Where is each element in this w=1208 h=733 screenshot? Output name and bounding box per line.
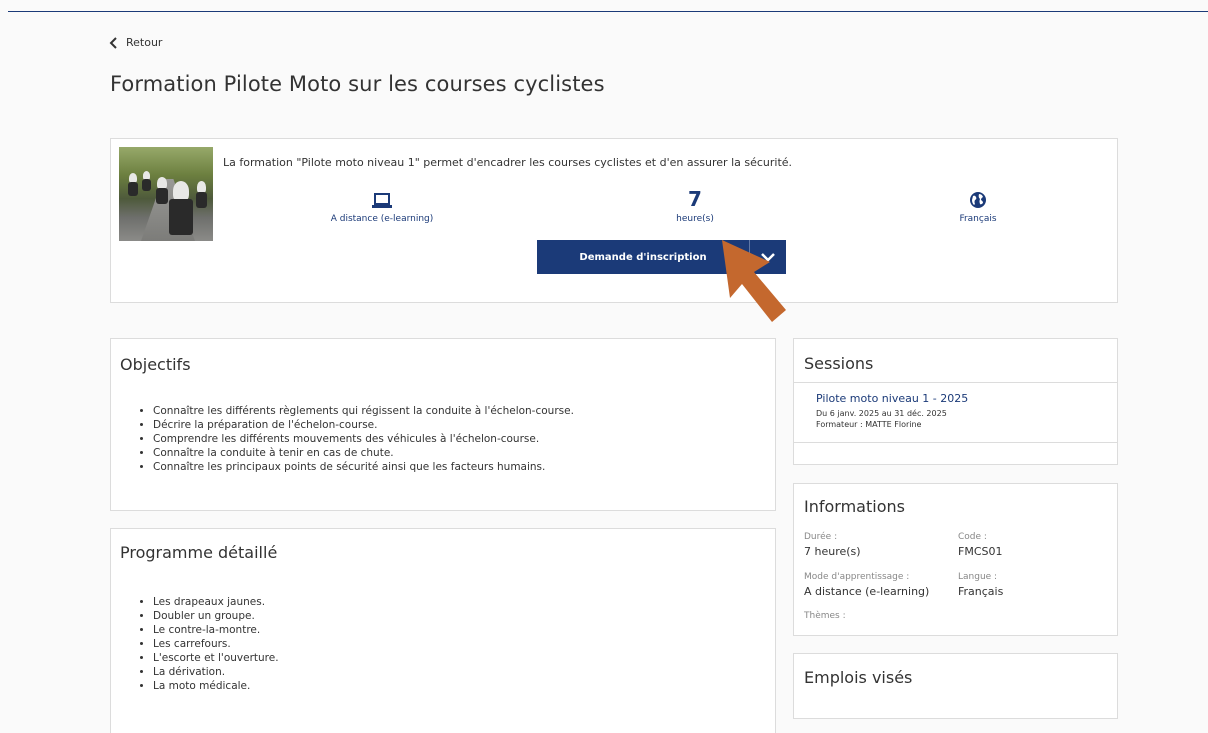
duration-label: heure(s) bbox=[676, 214, 714, 224]
language-feature: Français bbox=[908, 189, 1048, 224]
informations-title: Informations bbox=[804, 497, 905, 516]
list-item: Connaître la conduite à tenir en cas de … bbox=[153, 446, 574, 460]
list-item: La moto médicale. bbox=[153, 679, 279, 693]
program-list: Les drapeaux jaunes. Doubler un groupe. … bbox=[153, 595, 279, 693]
list-item: L'escorte et l'ouverture. bbox=[153, 651, 279, 665]
back-link[interactable]: Retour bbox=[109, 36, 162, 49]
session-dates: Du 6 janv. 2025 au 31 déc. 2025 bbox=[816, 409, 947, 418]
course-summary-panel: La formation "Pilote moto niveau 1" perm… bbox=[110, 138, 1118, 303]
objectives-panel: Objectifs Connaître les différents règle… bbox=[110, 338, 776, 511]
sessions-panel: Sessions Pilote moto niveau 1 - 2025 Du … bbox=[793, 338, 1118, 465]
duration-feature: 7 heure(s) bbox=[625, 189, 765, 224]
objectives-list: Connaître les différents règlements qui … bbox=[153, 404, 574, 474]
list-item: Le contre-la-montre. bbox=[153, 623, 279, 637]
top-divider bbox=[8, 11, 1208, 12]
info-code: Code : FMCS01 bbox=[958, 532, 1003, 558]
sessions-title: Sessions bbox=[804, 354, 874, 373]
list-item: La dérivation. bbox=[153, 665, 279, 679]
course-description: La formation "Pilote moto niveau 1" perm… bbox=[223, 156, 793, 169]
target-jobs-title: Emplois visés bbox=[804, 668, 913, 687]
mode-label: A distance (e-learning) bbox=[330, 214, 434, 224]
list-item: Connaître les principaux points de sécur… bbox=[153, 460, 574, 474]
divider bbox=[794, 382, 1117, 383]
course-photo bbox=[119, 147, 213, 241]
program-panel: Programme détaillé Les drapeaux jaunes. … bbox=[110, 528, 776, 733]
divider bbox=[794, 442, 1117, 443]
program-title: Programme détaillé bbox=[120, 543, 278, 562]
list-item: Doubler un groupe. bbox=[153, 609, 279, 623]
objectives-title: Objectifs bbox=[120, 355, 191, 374]
laptop-icon bbox=[372, 193, 392, 208]
list-item: Les drapeaux jaunes. bbox=[153, 595, 279, 609]
list-item: Connaître les différents règlements qui … bbox=[153, 404, 574, 418]
page-title: Formation Pilote Moto sur les courses cy… bbox=[110, 72, 605, 96]
info-duration: Durée : 7 heure(s) bbox=[804, 532, 861, 558]
info-language: Langue : Français bbox=[958, 572, 1004, 598]
back-label: Retour bbox=[126, 36, 163, 49]
pointer-arrow-icon bbox=[722, 240, 786, 322]
mode-feature: A distance (e-learning) bbox=[312, 189, 452, 224]
target-jobs-panel: Emplois visés bbox=[793, 653, 1118, 719]
info-themes: Thèmes : bbox=[804, 611, 846, 621]
session-trainer: Formateur : MATTE Florine bbox=[816, 420, 922, 429]
informations-panel: Informations Durée : 7 heure(s) Code : F… bbox=[793, 483, 1118, 636]
session-link[interactable]: Pilote moto niveau 1 - 2025 bbox=[816, 392, 968, 405]
duration-value: 7 bbox=[688, 187, 702, 211]
chevron-left-icon bbox=[109, 36, 117, 49]
globe-icon bbox=[970, 192, 986, 208]
list-item: Décrire la préparation de l'échelon-cour… bbox=[153, 418, 574, 432]
list-item: Les carrefours. bbox=[153, 637, 279, 651]
info-mode: Mode d'apprentissage : A distance (e-lea… bbox=[804, 572, 930, 598]
list-item: Comprendre les différents mouvements des… bbox=[153, 432, 574, 446]
language-label: Français bbox=[959, 214, 997, 224]
